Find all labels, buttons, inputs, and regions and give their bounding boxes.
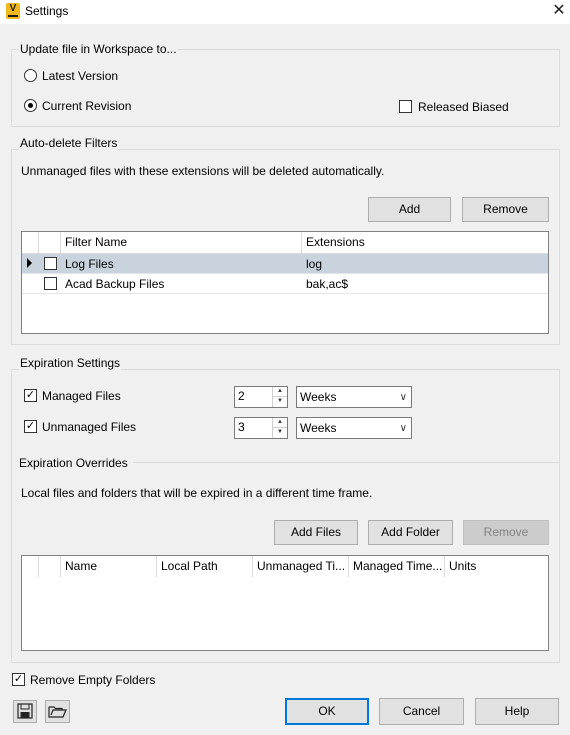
- chevron-down-icon: ∨: [399, 423, 407, 434]
- unmanaged-files-label: Unmanaged Files: [42, 420, 137, 434]
- unmanaged-files-unit-select[interactable]: Weeks ∨: [296, 417, 412, 439]
- extensions-cell: bak,ac$: [306, 277, 349, 291]
- overrides-description: Local files and folders that will be exp…: [21, 486, 373, 500]
- overrides-table-header: Name Local Path Unmanaged Ti... Managed …: [22, 556, 548, 578]
- save-icon: [17, 703, 33, 719]
- current-revision-radio[interactable]: [24, 99, 37, 112]
- column-header-name[interactable]: Name: [61, 556, 157, 577]
- column-header-unmanaged-time[interactable]: Unmanaged Ti...: [253, 556, 349, 577]
- remove-override-button[interactable]: Remove: [463, 520, 549, 545]
- current-row-arrow-icon: [27, 258, 32, 268]
- column-header-managed-time[interactable]: Managed Time...: [349, 556, 445, 577]
- remove-empty-folders-checkbox[interactable]: ✓: [12, 673, 25, 686]
- stepper-buttons: ▲ ▼: [272, 387, 287, 407]
- save-button[interactable]: [13, 700, 37, 723]
- overrides-separator: [133, 462, 559, 463]
- add-folder-button[interactable]: Add Folder: [368, 520, 453, 545]
- stepper-up-icon[interactable]: ▲: [273, 418, 287, 428]
- managed-files-label: Managed Files: [42, 389, 121, 403]
- managed-files-stepper[interactable]: 2 ▲ ▼: [234, 386, 288, 408]
- add-filter-button[interactable]: Add: [368, 197, 451, 222]
- extensions-cell: log: [306, 257, 323, 271]
- latest-version-label: Latest Version: [42, 69, 119, 83]
- row-indicator-header: [22, 232, 39, 253]
- checkbox-column-header: [39, 232, 61, 253]
- folder-open-icon: [48, 706, 67, 718]
- open-folder-button[interactable]: [45, 700, 70, 723]
- vault-app-icon: V: [6, 3, 20, 19]
- managed-files-checkbox[interactable]: ✓: [24, 389, 37, 402]
- cancel-button[interactable]: Cancel: [379, 698, 464, 725]
- column-header-units[interactable]: Units: [445, 556, 548, 577]
- close-icon[interactable]: ✕: [550, 1, 568, 21]
- released-biased-checkbox[interactable]: [399, 100, 412, 113]
- update-file-group-label: Update file in Workspace to...: [19, 42, 178, 56]
- row-indicator-header: [22, 556, 39, 577]
- auto-delete-description: Unmanaged files with these extensions wi…: [21, 164, 385, 178]
- unmanaged-files-unit-value: Weeks: [300, 421, 337, 435]
- managed-files-unit-value: Weeks: [300, 390, 337, 404]
- row-checkbox[interactable]: [44, 257, 57, 270]
- managed-files-unit-select[interactable]: Weeks ∨: [296, 386, 412, 408]
- chevron-down-icon: ∨: [399, 392, 407, 403]
- latest-version-radio[interactable]: [24, 69, 37, 82]
- overrides-table: Name Local Path Unmanaged Ti... Managed …: [21, 555, 549, 651]
- filter-name-cell: Acad Backup Files: [65, 277, 165, 291]
- unmanaged-files-stepper[interactable]: 3 ▲ ▼: [234, 417, 288, 439]
- expiration-overrides-label: Expiration Overrides: [19, 456, 128, 470]
- help-button[interactable]: Help: [475, 698, 559, 725]
- stepper-down-icon[interactable]: ▼: [273, 397, 287, 407]
- title-bar: [0, 0, 570, 24]
- remove-empty-folders-label: Remove Empty Folders: [30, 673, 156, 687]
- column-header-local-path[interactable]: Local Path: [157, 556, 253, 577]
- stepper-down-icon[interactable]: ▼: [273, 428, 287, 438]
- filter-name-cell: Log Files: [65, 257, 114, 271]
- unmanaged-files-value: 3: [238, 420, 245, 434]
- checkbox-column-header: [39, 556, 61, 577]
- stepper-up-icon[interactable]: ▲: [273, 387, 287, 397]
- update-file-group: [11, 49, 560, 127]
- remove-filter-button[interactable]: Remove: [462, 197, 549, 222]
- released-biased-label: Released Biased: [418, 100, 509, 114]
- column-header-extensions[interactable]: Extensions: [302, 232, 548, 253]
- unmanaged-files-checkbox[interactable]: ✓: [24, 420, 37, 433]
- table-row[interactable]: Log Files log: [22, 254, 548, 274]
- auto-delete-group-label: Auto-delete Filters: [19, 136, 119, 150]
- current-revision-label: Current Revision: [42, 99, 132, 113]
- table-row[interactable]: Acad Backup Files bak,ac$: [22, 274, 548, 294]
- managed-files-value: 2: [238, 389, 245, 403]
- window-title: Settings: [25, 4, 69, 18]
- row-checkbox[interactable]: [44, 277, 57, 290]
- column-header-filter-name[interactable]: Filter Name: [61, 232, 302, 253]
- stepper-buttons: ▲ ▼: [272, 418, 287, 438]
- filters-table-header: Filter Name Extensions: [22, 232, 548, 254]
- filters-table: Filter Name Extensions Log Files log Aca…: [21, 231, 549, 334]
- expiration-settings-label: Expiration Settings: [19, 356, 122, 370]
- ok-button[interactable]: OK: [285, 698, 369, 725]
- add-files-button[interactable]: Add Files: [274, 520, 358, 545]
